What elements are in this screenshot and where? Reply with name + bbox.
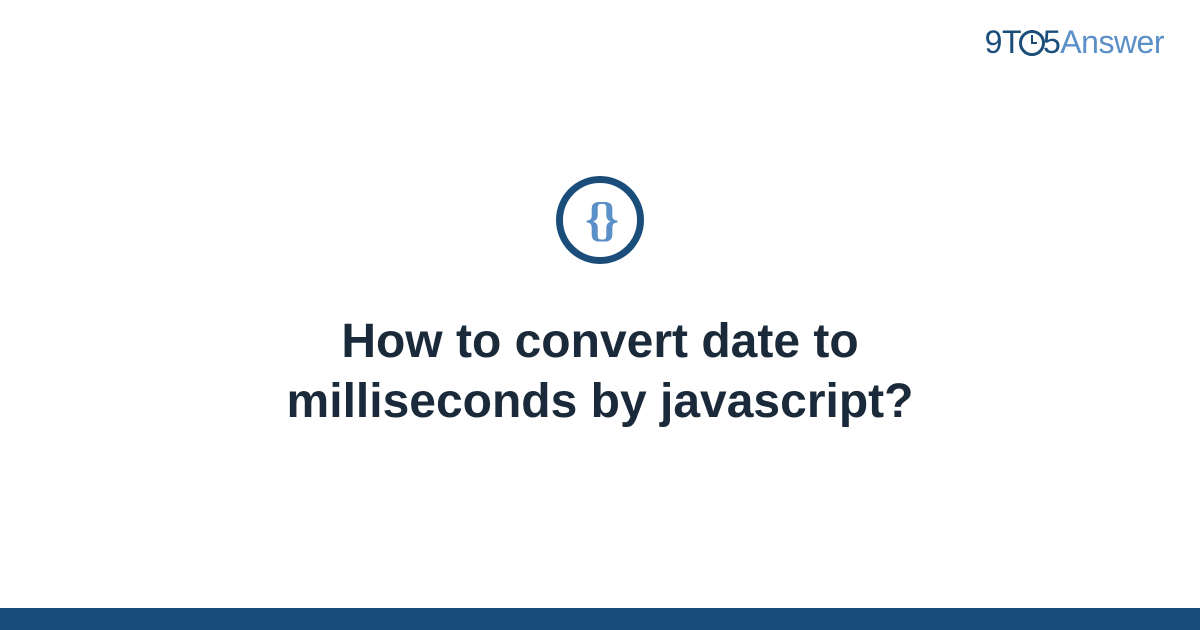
main-content: {} How to convert date to milliseconds b… xyxy=(0,0,1200,608)
code-braces-icon: {} xyxy=(585,196,615,244)
topic-badge: {} xyxy=(556,176,644,264)
question-title: How to convert date to milliseconds by j… xyxy=(150,312,1050,432)
footer-accent-bar xyxy=(0,608,1200,630)
